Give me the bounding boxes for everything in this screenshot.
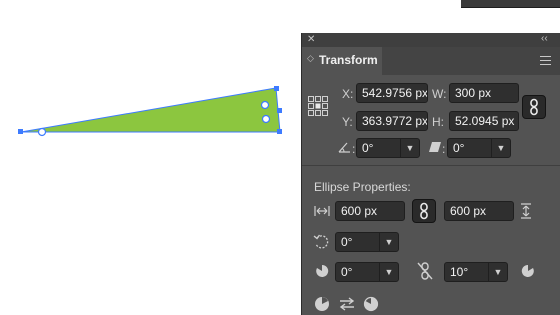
swap-icon[interactable]	[339, 297, 355, 311]
x-label: X:	[342, 87, 354, 101]
pie-start-angle-dropdown[interactable]: 0° ▼	[335, 262, 399, 282]
rotate-icon	[338, 142, 350, 153]
pie-angle-widget-top[interactable]	[260, 100, 270, 110]
center-point-widget[interactable]	[37, 127, 47, 137]
anchor-point-left[interactable]	[18, 129, 23, 134]
invert-pie-icon[interactable]	[363, 296, 379, 312]
section-divider	[302, 165, 560, 166]
panel-menu-icon[interactable]	[540, 56, 551, 68]
artboard-canvas[interactable]	[0, 0, 300, 315]
link-icon	[530, 98, 538, 116]
shear-angle-dropdown[interactable]: 0° ▼	[447, 138, 511, 158]
width-field[interactable]: 300 px	[449, 83, 519, 103]
anchor-point-mid-right[interactable]	[277, 108, 282, 113]
anchor-point-bottom-right[interactable]	[277, 129, 282, 134]
top-toolbar-strip	[461, 0, 560, 8]
tab-bar	[382, 47, 560, 75]
ellipse-height-field[interactable]: 600 px	[444, 201, 514, 221]
w-label: W:	[432, 87, 447, 101]
wedge-shape[interactable]	[20, 87, 281, 133]
pie-end-angle-value: 10°	[450, 265, 469, 279]
transform-panel: ✕ ‹‹ ◇ Transform X: 542.9756 px W: 300 p…	[301, 33, 560, 315]
ellipse-angle-dropdown[interactable]: 0° ▼	[335, 232, 399, 252]
collapse-panel-icon[interactable]: ‹‹	[541, 34, 548, 44]
height-field[interactable]: 52.0945 px	[449, 111, 519, 131]
x-position-field[interactable]: 542.9756 px	[356, 83, 428, 103]
ellipse-properties-title: Ellipse Properties:	[314, 180, 411, 194]
pie-start-angle-icon	[316, 264, 329, 277]
pie-angle-widget-bottom[interactable]	[261, 114, 271, 124]
ellipse-height-icon	[521, 203, 531, 219]
pie-icon[interactable]	[314, 296, 330, 312]
link-icon	[420, 202, 428, 220]
ellipse-width-icon	[314, 206, 330, 216]
rotate-angle-dropdown[interactable]: 0° ▼	[356, 138, 420, 158]
chevron-down-icon[interactable]: ▼	[379, 263, 398, 281]
panel-title-bar[interactable]	[302, 33, 560, 47]
ellipse-angle-value: 0°	[341, 235, 353, 249]
y-position-field[interactable]: 363.9772 px	[356, 111, 428, 131]
constrain-proportions-button[interactable]	[522, 95, 546, 119]
shear-icon	[429, 142, 441, 152]
tab-expand-icon[interactable]: ◇	[307, 53, 314, 64]
close-icon[interactable]: ✕	[307, 35, 315, 45]
ellipse-width-field[interactable]: 600 px	[335, 201, 405, 221]
anchor-point-top-right[interactable]	[274, 86, 279, 91]
pie-end-angle-icon	[521, 264, 534, 277]
chevron-down-icon[interactable]: ▼	[491, 139, 510, 157]
reference-point-icon[interactable]	[308, 96, 329, 117]
pie-end-angle-dropdown[interactable]: 10° ▼	[444, 262, 508, 282]
rotate-angle-value: 0°	[362, 141, 374, 155]
shear-angle-value: 0°	[453, 141, 465, 155]
chevron-down-icon[interactable]: ▼	[488, 263, 507, 281]
chevron-down-icon[interactable]: ▼	[379, 233, 398, 251]
pie-start-angle-value: 0°	[341, 265, 353, 279]
ellipse-rotate-icon	[313, 234, 329, 249]
ellipse-constrain-button[interactable]	[412, 199, 436, 223]
chevron-down-icon[interactable]: ▼	[400, 139, 419, 157]
rotate-colon: :	[352, 142, 356, 156]
y-label: Y:	[342, 115, 353, 129]
h-label: H:	[432, 115, 444, 129]
shear-colon: :	[442, 142, 446, 156]
constrain-pie-angles-icon[interactable]	[416, 261, 434, 281]
tab-title: Transform	[319, 53, 378, 67]
